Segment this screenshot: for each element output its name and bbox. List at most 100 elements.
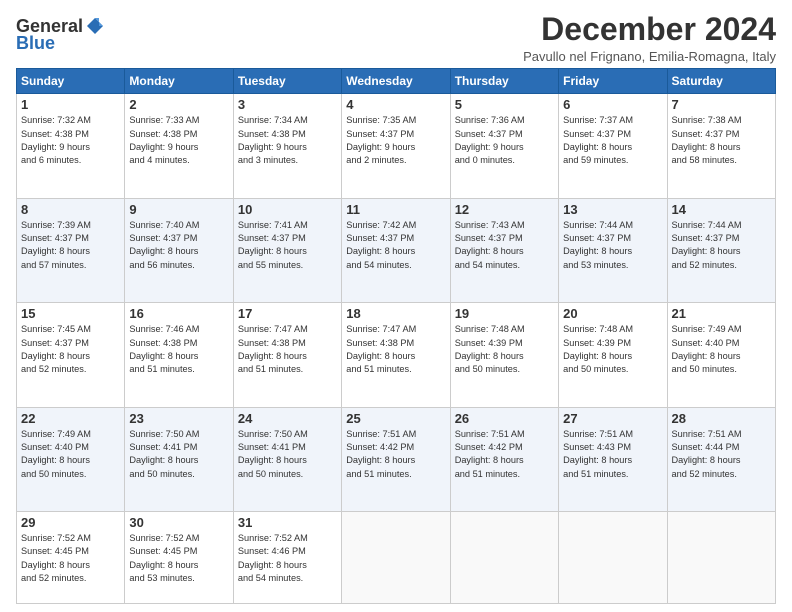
calendar-cell: 18Sunrise: 7:47 AM Sunset: 4:38 PM Dayli… [342, 303, 450, 407]
day-number: 5 [455, 97, 554, 112]
day-number: 9 [129, 202, 228, 217]
day-number: 6 [563, 97, 662, 112]
calendar-cell: 7 Sunrise: 7:38 AM Sunset: 4:37 PM Daylig… [667, 94, 775, 198]
day-number: 28 [672, 411, 771, 426]
day-info: Sunrise: 7:50 AM Sunset: 4:41 PM Dayligh… [129, 428, 228, 481]
day-info: Sunrise: 7:37 AM Sunset: 4:37 PM Dayligh… [563, 114, 662, 167]
calendar-cell: 14Sunrise: 7:44 AM Sunset: 4:37 PM Dayli… [667, 198, 775, 302]
logo: General Blue [16, 16, 105, 54]
day-number: 29 [21, 515, 120, 530]
day-info: Sunrise: 7:44 AM Sunset: 4:37 PM Dayligh… [672, 219, 771, 272]
calendar-cell: 30Sunrise: 7:52 AM Sunset: 4:45 PM Dayli… [125, 512, 233, 604]
day-info: Sunrise: 7:33 AM Sunset: 4:38 PM Dayligh… [129, 114, 228, 167]
calendar-cell: 31Sunrise: 7:52 AM Sunset: 4:46 PM Dayli… [233, 512, 341, 604]
day-number: 27 [563, 411, 662, 426]
day-number: 13 [563, 202, 662, 217]
calendar-cell: 11Sunrise: 7:42 AM Sunset: 4:37 PM Dayli… [342, 198, 450, 302]
calendar-cell: 25 Sunrise: 7:51 AM Sunset: 4:42 PM Dayli… [342, 407, 450, 511]
day-info: Sunrise: 7:38 AM Sunset: 4:37 PM Dayligh… [672, 114, 771, 167]
calendar-cell: 16 Sunrise: 7:46 AM Sunset: 4:38 PM Dayli… [125, 303, 233, 407]
column-header-saturday: Saturday [667, 69, 775, 94]
day-info: Sunrise: 7:52 AM Sunset: 4:45 PM Dayligh… [21, 532, 120, 585]
calendar-cell: 1Sunrise: 7:32 AM Sunset: 4:38 PM Daylig… [17, 94, 125, 198]
day-info: Sunrise: 7:40 AM Sunset: 4:37 PM Dayligh… [129, 219, 228, 272]
calendar-cell: 10 Sunrise: 7:41 AM Sunset: 4:37 PM Dayli… [233, 198, 341, 302]
calendar-cell: 3 Sunrise: 7:34 AM Sunset: 4:38 PM Daylig… [233, 94, 341, 198]
calendar-cell: 12 Sunrise: 7:43 AM Sunset: 4:37 PM Dayli… [450, 198, 558, 302]
day-info: Sunrise: 7:32 AM Sunset: 4:38 PM Dayligh… [21, 114, 120, 167]
column-header-wednesday: Wednesday [342, 69, 450, 94]
calendar-cell: 13Sunrise: 7:44 AM Sunset: 4:37 PM Dayli… [559, 198, 667, 302]
calendar-cell: 24 Sunrise: 7:50 AM Sunset: 4:41 PM Dayli… [233, 407, 341, 511]
day-info: Sunrise: 7:49 AM Sunset: 4:40 PM Dayligh… [21, 428, 120, 481]
month-title: December 2024 [523, 12, 776, 47]
calendar-cell: 21 Sunrise: 7:49 AM Sunset: 4:40 PM Dayli… [667, 303, 775, 407]
calendar-cell: 6 Sunrise: 7:37 AM Sunset: 4:37 PM Daylig… [559, 94, 667, 198]
location-subtitle: Pavullo nel Frignano, Emilia-Romagna, It… [523, 49, 776, 64]
calendar-cell: 2 Sunrise: 7:33 AM Sunset: 4:38 PM Daylig… [125, 94, 233, 198]
day-number: 25 [346, 411, 445, 426]
day-number: 7 [672, 97, 771, 112]
day-info: Sunrise: 7:45 AM Sunset: 4:37 PM Dayligh… [21, 323, 120, 376]
day-info: Sunrise: 7:46 AM Sunset: 4:38 PM Dayligh… [129, 323, 228, 376]
calendar-cell [559, 512, 667, 604]
calendar-cell [667, 512, 775, 604]
day-number: 19 [455, 306, 554, 321]
day-number: 24 [238, 411, 337, 426]
day-info: Sunrise: 7:36 AM Sunset: 4:37 PM Dayligh… [455, 114, 554, 167]
calendar-cell: 26Sunrise: 7:51 AM Sunset: 4:42 PM Dayli… [450, 407, 558, 511]
column-header-thursday: Thursday [450, 69, 558, 94]
calendar-cell: 23 Sunrise: 7:50 AM Sunset: 4:41 PM Dayli… [125, 407, 233, 511]
day-info: Sunrise: 7:51 AM Sunset: 4:42 PM Dayligh… [346, 428, 445, 481]
calendar-cell: 15 Sunrise: 7:45 AM Sunset: 4:37 PM Dayli… [17, 303, 125, 407]
column-header-monday: Monday [125, 69, 233, 94]
header: General Blue December 2024 Pavullo nel F… [16, 12, 776, 64]
calendar-cell [342, 512, 450, 604]
day-number: 22 [21, 411, 120, 426]
day-info: Sunrise: 7:52 AM Sunset: 4:46 PM Dayligh… [238, 532, 337, 585]
day-info: Sunrise: 7:52 AM Sunset: 4:45 PM Dayligh… [129, 532, 228, 585]
calendar-cell: 28Sunrise: 7:51 AM Sunset: 4:44 PM Dayli… [667, 407, 775, 511]
calendar-cell: 20 Sunrise: 7:48 AM Sunset: 4:39 PM Dayli… [559, 303, 667, 407]
day-number: 15 [21, 306, 120, 321]
column-header-sunday: Sunday [17, 69, 125, 94]
day-number: 20 [563, 306, 662, 321]
calendar-cell: 22 Sunrise: 7:49 AM Sunset: 4:40 PM Dayli… [17, 407, 125, 511]
day-number: 11 [346, 202, 445, 217]
day-info: Sunrise: 7:48 AM Sunset: 4:39 PM Dayligh… [563, 323, 662, 376]
logo-icon [85, 16, 105, 36]
day-number: 23 [129, 411, 228, 426]
column-header-friday: Friday [559, 69, 667, 94]
calendar-cell: 17 Sunrise: 7:47 AM Sunset: 4:38 PM Dayli… [233, 303, 341, 407]
calendar-cell: 9 Sunrise: 7:40 AM Sunset: 4:37 PM Daylig… [125, 198, 233, 302]
day-number: 8 [21, 202, 120, 217]
day-info: Sunrise: 7:41 AM Sunset: 4:37 PM Dayligh… [238, 219, 337, 272]
calendar-cell: 4Sunrise: 7:35 AM Sunset: 4:37 PM Daylig… [342, 94, 450, 198]
day-number: 21 [672, 306, 771, 321]
day-info: Sunrise: 7:34 AM Sunset: 4:38 PM Dayligh… [238, 114, 337, 167]
title-block: December 2024 Pavullo nel Frignano, Emil… [523, 12, 776, 64]
calendar-cell: 29 Sunrise: 7:52 AM Sunset: 4:45 PM Dayli… [17, 512, 125, 604]
day-info: Sunrise: 7:47 AM Sunset: 4:38 PM Dayligh… [238, 323, 337, 376]
day-info: Sunrise: 7:51 AM Sunset: 4:43 PM Dayligh… [563, 428, 662, 481]
calendar-cell: 19 Sunrise: 7:48 AM Sunset: 4:39 PM Dayli… [450, 303, 558, 407]
logo-blue-text: Blue [16, 33, 55, 54]
day-info: Sunrise: 7:49 AM Sunset: 4:40 PM Dayligh… [672, 323, 771, 376]
day-info: Sunrise: 7:39 AM Sunset: 4:37 PM Dayligh… [21, 219, 120, 272]
calendar-cell: 5 Sunrise: 7:36 AM Sunset: 4:37 PM Daylig… [450, 94, 558, 198]
day-info: Sunrise: 7:35 AM Sunset: 4:37 PM Dayligh… [346, 114, 445, 167]
day-number: 10 [238, 202, 337, 217]
day-number: 17 [238, 306, 337, 321]
day-info: Sunrise: 7:48 AM Sunset: 4:39 PM Dayligh… [455, 323, 554, 376]
day-number: 26 [455, 411, 554, 426]
day-number: 3 [238, 97, 337, 112]
day-info: Sunrise: 7:43 AM Sunset: 4:37 PM Dayligh… [455, 219, 554, 272]
day-number: 16 [129, 306, 228, 321]
calendar-cell: 27 Sunrise: 7:51 AM Sunset: 4:43 PM Dayli… [559, 407, 667, 511]
calendar-cell [450, 512, 558, 604]
day-info: Sunrise: 7:50 AM Sunset: 4:41 PM Dayligh… [238, 428, 337, 481]
day-number: 18 [346, 306, 445, 321]
day-number: 2 [129, 97, 228, 112]
calendar-table: SundayMondayTuesdayWednesdayThursdayFrid… [16, 68, 776, 604]
day-number: 12 [455, 202, 554, 217]
